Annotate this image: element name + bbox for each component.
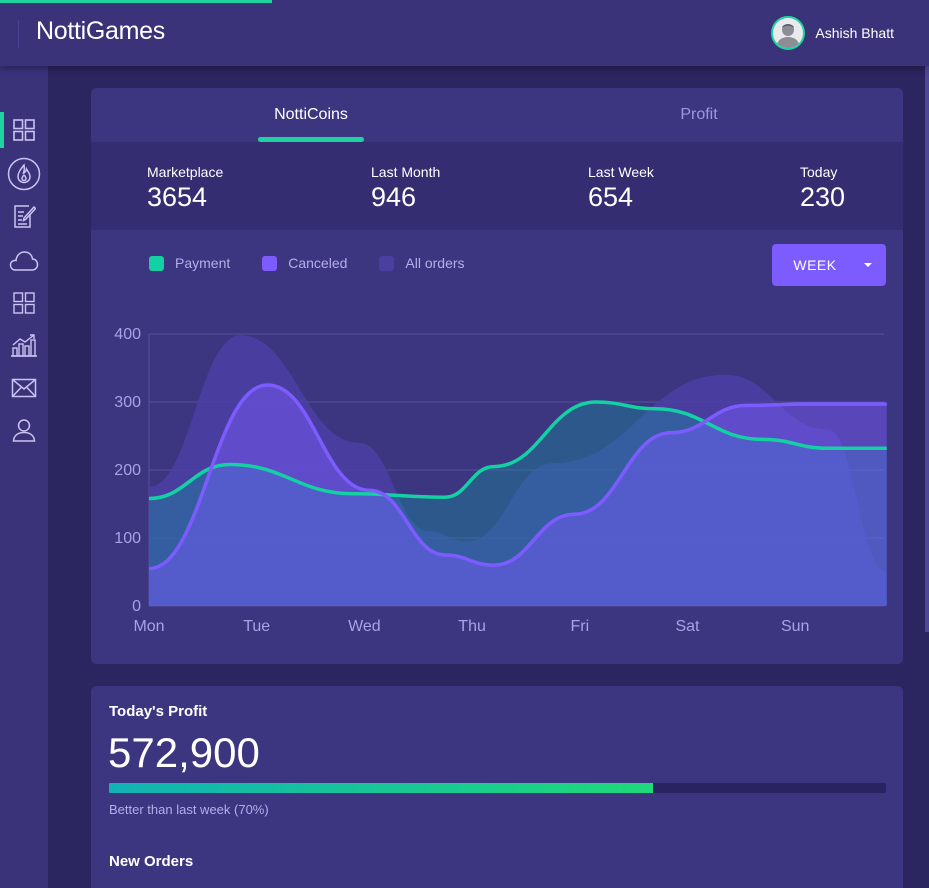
y-tick-label: 200 [114,462,141,479]
profit-value: 572,900 [108,729,260,776]
mail-icon [11,378,37,398]
cloud-icon [9,251,39,271]
sidebar-item-messages[interactable] [0,368,48,408]
stat-value: 946 [371,182,417,212]
profit-card: Today's Profit 572,900 Better than last … [91,686,903,888]
page-scrollbar[interactable] [925,66,929,632]
stat-label: Last Week [588,164,654,180]
stat-value: 3654 [147,182,208,212]
legend-label: Payment [175,255,231,271]
top-divider [18,20,19,48]
x-tick-label: Sat [675,618,700,635]
profit-progress [109,783,886,793]
x-tick-label: Fri [570,618,589,635]
legend-swatch [379,255,395,271]
period-label: WEEK [793,257,837,273]
stats-row: Marketplace 3654 Last Month 946 Last Wee… [91,142,903,230]
sidebar-item-profile[interactable] [0,410,48,450]
tab-bar: NottiCoins Profit [91,88,903,142]
period-select-button[interactable]: WEEK [772,244,886,286]
tab-profit[interactable]: Profit [639,88,759,142]
user-menu[interactable]: Ashish Bhatt [771,16,894,50]
stat-label: Marketplace [147,164,224,180]
sidebar-item-trending[interactable] [0,154,48,194]
avatar[interactable] [771,16,806,50]
stat-label: Last Month [371,164,441,180]
stat-value: 654 [588,182,634,212]
top-accent-bar [0,0,272,3]
profit-progress-fill [109,783,653,793]
user-icon [12,419,36,442]
x-tick-label: Mon [133,618,164,635]
y-tick-label: 100 [114,530,141,547]
legend-swatch [262,255,278,271]
chart-legend: Payment Canceled All orders [149,255,497,271]
new-orders-title: New Orders [109,853,194,870]
flame-icon [7,157,41,191]
stat-today: Today 230 [800,164,845,213]
profit-title: Today's Profit [109,703,208,720]
coins-card: NottiCoins Profit Marketplace 3654 Last … [91,88,903,664]
sidebar-item-cloud[interactable] [0,241,48,281]
sidebar-item-analytics[interactable] [0,325,48,365]
legend-swatch [149,255,164,271]
sidebar-item-apps[interactable] [0,283,48,323]
stat-label: Today [800,164,838,180]
tab-notticoins[interactable]: NottiCoins [258,88,364,142]
profit-note: Better than last week (70%) [109,802,269,817]
legend-item-canceled[interactable]: Canceled [262,255,347,271]
brand-logo[interactable]: NottiGames [36,17,165,46]
grid-icon [13,119,35,141]
caret-down-icon [864,263,872,267]
y-tick-label: 0 [132,598,141,615]
y-tick-label: 400 [114,326,141,343]
x-tick-label: Sun [781,618,809,635]
stat-value: 230 [800,182,846,212]
stat-last-week: Last Week 654 [588,164,654,213]
sidebar [0,66,48,888]
legend-item-all-orders[interactable]: All orders [379,255,465,271]
top-bar: NottiGames Ashish Bhatt [0,0,929,66]
legend-label: All orders [405,255,465,271]
user-name[interactable]: Ashish Bhatt [815,25,894,41]
sidebar-item-notes[interactable] [0,196,48,236]
bar-chart-icon [11,334,37,357]
orders-chart: 0 100 200 300 400 Mon Tue Wed Thu Fri Sat Sun [114,326,887,635]
x-tick-label: Thu [458,618,486,635]
x-tick-label: Wed [348,618,381,635]
y-tick-label: 300 [114,394,141,411]
sidebar-item-dashboard[interactable] [0,110,48,150]
legend-label: Canceled [288,255,348,271]
edit-icon [14,205,36,228]
grid-icon [13,292,35,314]
stat-marketplace: Marketplace 3654 [147,164,223,213]
stat-last-month: Last Month 946 [371,164,440,213]
x-tick-label: Tue [243,618,270,635]
legend-item-payment[interactable]: Payment [149,255,230,271]
